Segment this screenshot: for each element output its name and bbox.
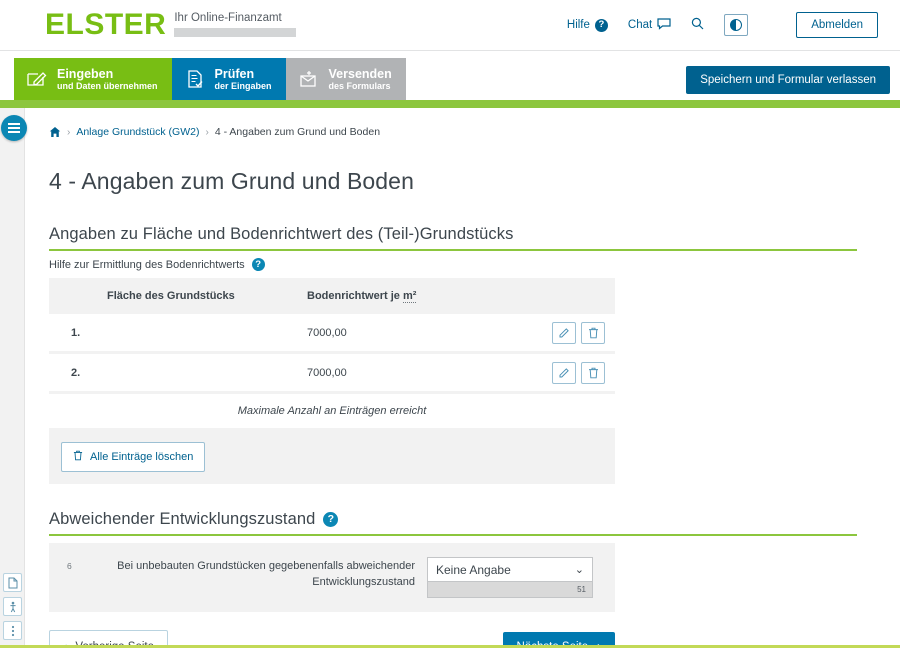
question-circle-icon[interactable]: ? (251, 258, 265, 271)
logo-tagline: Ihr Online-Finanzamt (174, 12, 282, 24)
question-circle-icon: ? (594, 18, 608, 32)
field-number: 6 (67, 561, 72, 571)
entries-table: Fläche des Grundstücks Bodenrichtwert je… (49, 278, 615, 484)
elster-form-page: ELSTER Ihr Online-Finanzamt Hilfe ? Chat (0, 0, 900, 648)
field-code-bar: 51 (427, 582, 593, 598)
table-col-flaeche: Fläche des Grundstücks (107, 290, 235, 302)
section1-title: Angaben zu Fläche und Bodenrichtwert des… (49, 225, 900, 244)
row-index: 1. (71, 326, 81, 339)
section2-title-text: Abweichender Entwicklungszustand (49, 510, 316, 528)
unit-tooltip-term[interactable]: m² (402, 290, 417, 303)
page-body: › Anlage Grundstück (GW2) › 4 - Angaben … (0, 108, 900, 648)
table-col-actions (497, 290, 615, 302)
section1-title-text: Angaben zu Fläche und Bodenrichtwert des… (49, 225, 514, 243)
row-bodenrichtwert: 7000,00 (307, 366, 347, 379)
section2-underline (49, 534, 857, 536)
page-title: 4 - Angaben zum Grund und Boden (49, 168, 414, 194)
contrast-glyph (730, 19, 743, 31)
tab-pruefen-title: Prüfen (214, 66, 255, 81)
delete-all-entries-button[interactable]: Alle Einträge löschen (61, 442, 206, 472)
breadcrumb-separator-1: › (67, 126, 71, 138)
document-icon[interactable] (3, 573, 22, 592)
tab-eingeben[interactable]: Eingeben und Daten übernehmen (14, 58, 172, 100)
chat-link[interactable]: Chat (627, 17, 671, 33)
elster-logo[interactable]: ELSTER Ihr Online-Finanzamt (45, 8, 297, 41)
left-rail (0, 108, 27, 648)
contrast-toggle-icon[interactable] (724, 14, 749, 36)
help-label: Hilfe (566, 19, 590, 31)
row-index: 2. (71, 366, 81, 379)
field-code: 51 (577, 585, 586, 594)
trash-icon (73, 450, 83, 464)
logo-wordmark: ELSTER (45, 8, 167, 41)
pencil-icon[interactable] (552, 321, 576, 344)
entwicklungszustand-select-wrap: Keine Angabe ⌄ 51 (427, 557, 593, 598)
breadcrumb-item-anlage[interactable]: Anlage Grundstück (GW2) (76, 126, 199, 138)
header-actions: Hilfe ? Chat Abmelden (567, 12, 878, 38)
breadcrumb-item-current: 4 - Angaben zum Grund und Boden (214, 126, 381, 138)
app-header: ELSTER Ihr Online-Finanzamt Hilfe ? Chat (0, 0, 900, 50)
help-link[interactable]: Hilfe ? (566, 18, 608, 32)
bodenrichtwert-help-text: Hilfe zur Ermittlung des Bodenrichtwerts (49, 258, 245, 271)
entwicklungszustand-select[interactable]: Keine Angabe ⌄ (427, 557, 593, 582)
table-header-row: Fläche des Grundstücks Bodenrichtwert je… (49, 278, 615, 314)
breadcrumb: › Anlage Grundstück (GW2) › 4 - Angaben … (49, 126, 900, 138)
entwicklungszustand-field-row: 6 Bei unbebauten Grundstücken gegebenenf… (49, 543, 615, 612)
tab-pruefen[interactable]: Prüfen der Eingaben (171, 58, 286, 100)
section2: Abweichender Entwicklungszustand ? 6 Bei… (49, 510, 900, 612)
bodenrichtwert-help-line: Hilfe zur Ermittlung des Bodenrichtwerts… (49, 258, 900, 271)
tab-eingeben-title: Eingeben (57, 66, 114, 81)
tab-versenden[interactable]: Versenden des Formulars (285, 58, 406, 100)
workflow-tabbar: Eingeben und Daten übernehmen Prüfen der… (0, 50, 900, 100)
tab-eingeben-subtitle: und Daten übernehmen (57, 81, 158, 92)
table-row[interactable]: 1. 7000,00 (49, 314, 615, 351)
chat-bubble-icon (657, 17, 671, 33)
accessibility-icon[interactable] (3, 597, 22, 616)
search-icon (691, 17, 704, 33)
logo-placeholder-bar (174, 28, 297, 37)
tab-versenden-subtitle: des Formulars (328, 81, 391, 92)
question-circle-icon[interactable]: ? (323, 512, 339, 527)
chat-label: Chat (627, 19, 653, 31)
table-col-bodenrichtwert: Bodenrichtwert je m² (307, 290, 417, 303)
pencil-form-icon (26, 68, 48, 90)
table-col-index (49, 290, 107, 302)
header-green-divider (0, 100, 900, 108)
tab-versenden-title: Versenden (328, 66, 392, 81)
rail-tools (3, 573, 22, 640)
section2-title: Abweichender Entwicklungszustand ? (49, 510, 900, 529)
document-check-icon (184, 68, 206, 90)
main-content: › Anlage Grundstück (GW2) › 4 - Angaben … (25, 108, 900, 648)
row-bodenrichtwert: 7000,00 (307, 326, 347, 339)
row-actions (552, 321, 605, 344)
logout-button[interactable]: Abmelden (796, 12, 878, 38)
search-button[interactable] (691, 17, 704, 33)
pencil-icon[interactable] (552, 361, 576, 384)
field-label: Bei unbebauten Grundstücken gegebenenfal… (117, 560, 415, 588)
trash-icon[interactable] (581, 321, 605, 344)
chevron-down-icon: ⌄ (574, 564, 584, 576)
breadcrumb-separator-2: › (205, 126, 209, 138)
more-vertical-icon[interactable] (3, 621, 22, 640)
save-and-exit-button[interactable]: Speichern und Formular verlassen (686, 66, 890, 94)
select-value: Keine Angabe (436, 562, 511, 577)
delete-all-label: Alle Einträge löschen (90, 451, 194, 463)
section1-underline (49, 249, 857, 251)
hamburger-menu-icon[interactable] (1, 115, 27, 141)
home-icon[interactable] (49, 126, 61, 138)
max-entries-note: Maximale Anzahl an Einträgen erreicht (49, 394, 615, 428)
trash-icon[interactable] (581, 361, 605, 384)
table-row[interactable]: 2. 7000,00 (49, 354, 615, 391)
row-actions (552, 361, 605, 384)
tab-pruefen-subtitle: der Eingaben (214, 81, 272, 92)
envelope-send-icon (298, 68, 320, 90)
